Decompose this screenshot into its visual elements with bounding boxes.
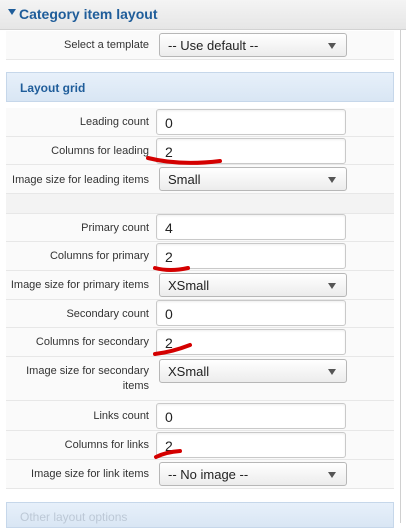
- annotation-underline-primary: [153, 266, 190, 272]
- annotation-underlines: [146, 156, 222, 459]
- annotation-underline-secondary: [153, 343, 192, 356]
- annotation-underline-leading: [146, 156, 222, 165]
- annotation-underline-links: [154, 449, 182, 459]
